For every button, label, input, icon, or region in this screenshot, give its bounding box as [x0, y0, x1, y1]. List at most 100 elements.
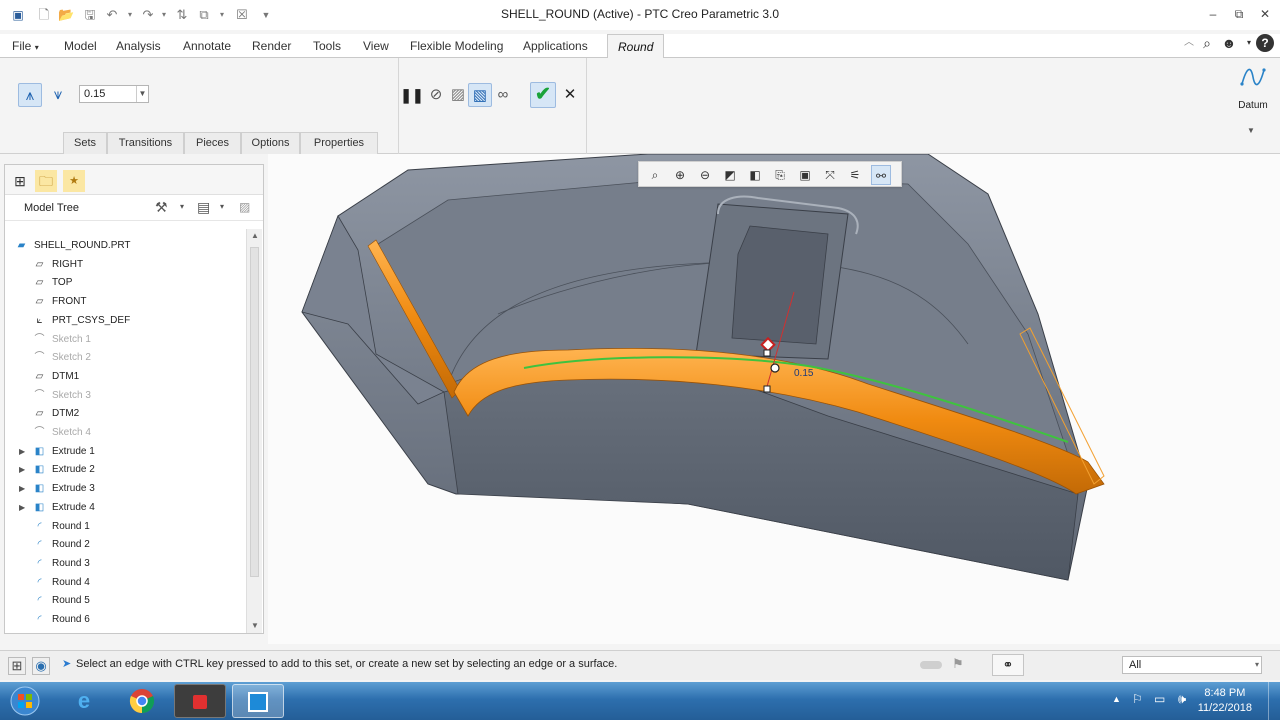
tree-item[interactable]: ▱ RIGHT: [5, 256, 245, 274]
geometry-preview-icon[interactable]: ▧: [468, 83, 492, 107]
show-browser-icon[interactable]: ◉: [32, 657, 50, 675]
start-button[interactable]: [2, 684, 48, 718]
sub-tab-properties[interactable]: Properties: [300, 132, 378, 154]
tab-flexible-modeling[interactable]: Flexible Modeling: [408, 34, 505, 58]
sub-tab-transitions[interactable]: Transitions: [107, 132, 184, 154]
shell-round-model[interactable]: 0.15: [268, 154, 1280, 644]
settings-dropdown-icon[interactable]: ▾: [180, 202, 184, 211]
tree-item[interactable]: ◜ Round 5: [5, 592, 245, 610]
tree-item[interactable]: ◜ Round 3: [5, 555, 245, 573]
tree-item[interactable]: ◜ Round 4: [5, 574, 245, 592]
minimize-button[interactable]: –: [1202, 4, 1224, 24]
flag-icon[interactable]: ⚑: [952, 656, 964, 672]
tab-file[interactable]: File ▾: [10, 34, 41, 58]
favorites-tab-icon[interactable]: ★: [63, 170, 85, 192]
show-dropdown-icon[interactable]: ▾: [220, 202, 224, 211]
flag-tray-icon[interactable]: ⚐: [1132, 692, 1143, 706]
cancel-x-icon[interactable]: ✕: [558, 83, 582, 107]
tree-item[interactable]: ▶ ◧ Extrude 3: [5, 480, 245, 498]
datum-group-dropdown-icon[interactable]: ▼: [1247, 126, 1255, 135]
tree-item[interactable]: ▰ SHELL_ROUND.PRT: [5, 237, 245, 255]
ptc-community-icon[interactable]: ☻: [1220, 34, 1238, 52]
no-preview-icon[interactable]: ⊘: [424, 83, 448, 107]
search-icon[interactable]: ⌕: [1198, 34, 1216, 52]
tree-item[interactable]: ◜ Round 2: [5, 536, 245, 554]
taskbar-clock[interactable]: 8:48 PM 11/22/2018: [1198, 686, 1252, 716]
creo-taskbar-button[interactable]: [232, 684, 284, 718]
sub-tab-sets[interactable]: Sets: [63, 132, 107, 154]
tab-annotate[interactable]: Annotate: [181, 34, 233, 58]
tree-item[interactable]: ▱ DTM2: [5, 405, 245, 423]
datum-button[interactable]: [1236, 64, 1270, 92]
scroll-down-icon[interactable]: ▼: [247, 619, 263, 633]
volume-tray-icon[interactable]: 🕪: [1178, 691, 1186, 707]
tree-item[interactable]: ◜ Round 6: [5, 611, 245, 629]
chrome-icon[interactable]: [116, 684, 168, 718]
scroll-thumb[interactable]: [250, 247, 259, 577]
graphics-viewport[interactable]: 0.15: [268, 154, 1280, 644]
zoom-in-icon[interactable]: ⊕: [670, 165, 690, 185]
tab-model[interactable]: Model: [62, 34, 99, 58]
tree-item[interactable]: ▱ DTM1: [5, 368, 245, 386]
tree-item[interactable]: ⌒ Sketch 3: [5, 387, 245, 405]
tree-item[interactable]: ▱DTM3: [5, 630, 245, 634]
tree-item[interactable]: ▱ TOP: [5, 274, 245, 292]
expand-arrow-icon[interactable]: ▶: [19, 480, 25, 498]
show-hidden-icons-icon[interactable]: ▲: [1112, 694, 1121, 704]
chevron-down-icon[interactable]: ▾: [1255, 657, 1259, 673]
expand-arrow-icon[interactable]: ▶: [19, 499, 25, 517]
accept-checkmark-icon[interactable]: ✔: [530, 82, 556, 108]
tree-item[interactable]: ▶ ◧ Extrude 4: [5, 499, 245, 517]
expand-arrow-icon[interactable]: ▶: [19, 461, 25, 479]
folder-browser-tab-icon[interactable]: 🗀: [35, 170, 57, 192]
annotation-display-icon[interactable]: ⚯: [871, 165, 891, 185]
perspective-view-icon[interactable]: ⤧: [820, 165, 840, 185]
tree-item[interactable]: ⌒ Sketch 4: [5, 424, 245, 442]
sub-tab-options[interactable]: Options: [241, 132, 300, 154]
verify-glasses-icon[interactable]: ∞: [491, 83, 515, 107]
pause-icon[interactable]: ❚❚: [400, 83, 424, 107]
tab-round[interactable]: Round: [607, 34, 665, 58]
hide-panel-icon[interactable]: ▨: [239, 200, 250, 214]
tree-item[interactable]: ⟀ PRT_CSYS_DEF: [5, 312, 245, 330]
internet-explorer-icon[interactable]: e: [58, 684, 110, 718]
view-manager-icon[interactable]: ▣: [795, 165, 815, 185]
constant-radius-icon[interactable]: ⩚: [18, 83, 42, 107]
show-icon[interactable]: ▤: [197, 199, 210, 216]
model-tree-tab-icon[interactable]: ⊞: [9, 170, 31, 192]
attached-preview-icon[interactable]: ▨: [446, 83, 470, 107]
tree-item[interactable]: ▶ ◧ Extrude 2: [5, 461, 245, 479]
selection-filter-select[interactable]: All ▾: [1122, 656, 1262, 674]
network-tray-icon[interactable]: ▭: [1154, 692, 1165, 706]
tree-item[interactable]: ⌒ Sketch 1: [5, 331, 245, 349]
tree-item[interactable]: ▱ FRONT: [5, 293, 245, 311]
collapse-ribbon-icon[interactable]: ︿: [1180, 34, 1198, 52]
tab-render[interactable]: Render: [250, 34, 293, 58]
conic-round-icon[interactable]: ⩛: [46, 83, 70, 107]
show-desktop-button[interactable]: [1268, 682, 1280, 720]
sub-tab-pieces[interactable]: Pieces: [184, 132, 241, 154]
zoom-out-icon[interactable]: ⊖: [695, 165, 715, 185]
close-button[interactable]: ✕: [1254, 4, 1276, 24]
tab-applications[interactable]: Applications: [521, 34, 590, 58]
find-binoculars-icon[interactable]: ⚭: [992, 654, 1024, 676]
tree-item[interactable]: ◜ Round 1: [5, 518, 245, 536]
settings-icon[interactable]: ⚒: [155, 199, 168, 216]
repaint-icon[interactable]: ◩: [720, 165, 740, 185]
restore-button[interactable]: ⧉: [1228, 4, 1250, 24]
help-icon[interactable]: ?: [1256, 34, 1274, 52]
tree-item[interactable]: ⌒ Sketch 2: [5, 349, 245, 367]
chevron-down-icon[interactable]: ▼: [136, 86, 148, 102]
radius-value-field[interactable]: 0.15 ▼: [79, 85, 149, 103]
saved-orientations-icon[interactable]: ⎘: [770, 165, 790, 185]
screen-recorder-icon[interactable]: [174, 684, 226, 718]
tree-item[interactable]: ▶ ◧ Extrude 1: [5, 443, 245, 461]
tab-tools[interactable]: Tools: [311, 34, 343, 58]
tab-analysis[interactable]: Analysis: [114, 34, 163, 58]
display-style-icon[interactable]: ◧: [745, 165, 765, 185]
tab-view[interactable]: View: [361, 34, 391, 58]
show-navigator-icon[interactable]: ⊞: [8, 657, 26, 675]
scroll-up-icon[interactable]: ▲: [247, 229, 263, 243]
expand-arrow-icon[interactable]: ▶: [19, 443, 25, 461]
model-tree-scrollbar[interactable]: ▲ ▼: [246, 229, 262, 633]
